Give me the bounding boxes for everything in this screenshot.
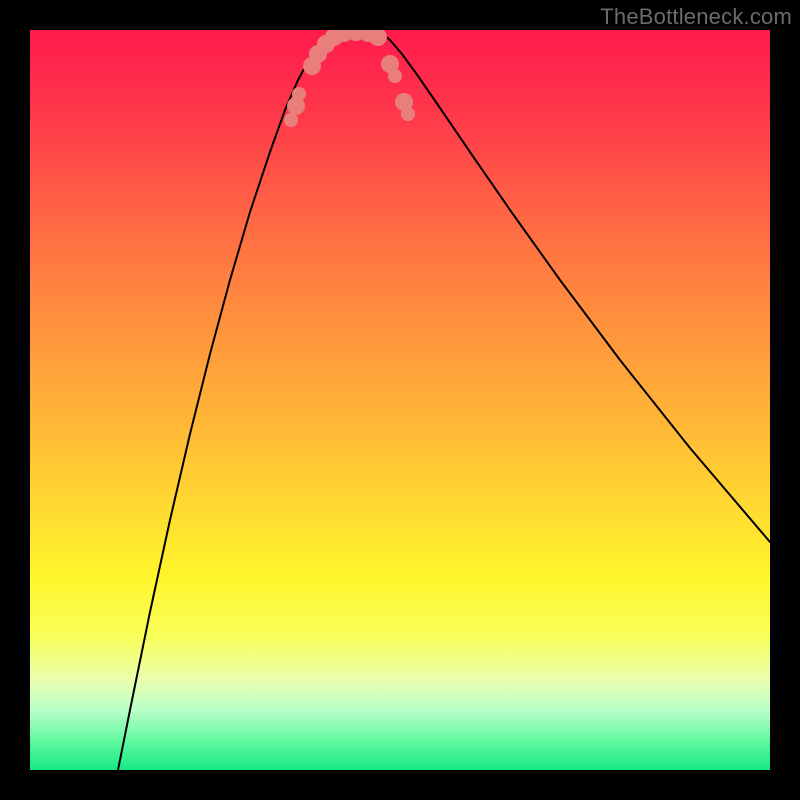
marker-dot <box>292 87 306 101</box>
marker-dot <box>388 69 402 83</box>
outer-frame: TheBottleneck.com <box>0 0 800 800</box>
marker-dot <box>369 30 387 46</box>
marker-dot <box>401 107 415 121</box>
chart-svg <box>30 30 770 770</box>
series-curve-left <box>118 32 334 770</box>
series-curve-right <box>380 32 770 542</box>
watermark-text: TheBottleneck.com <box>600 4 792 30</box>
curve-layer <box>118 31 770 770</box>
marker-layer <box>284 30 415 127</box>
marker-dot <box>284 113 298 127</box>
plot-area <box>30 30 770 770</box>
